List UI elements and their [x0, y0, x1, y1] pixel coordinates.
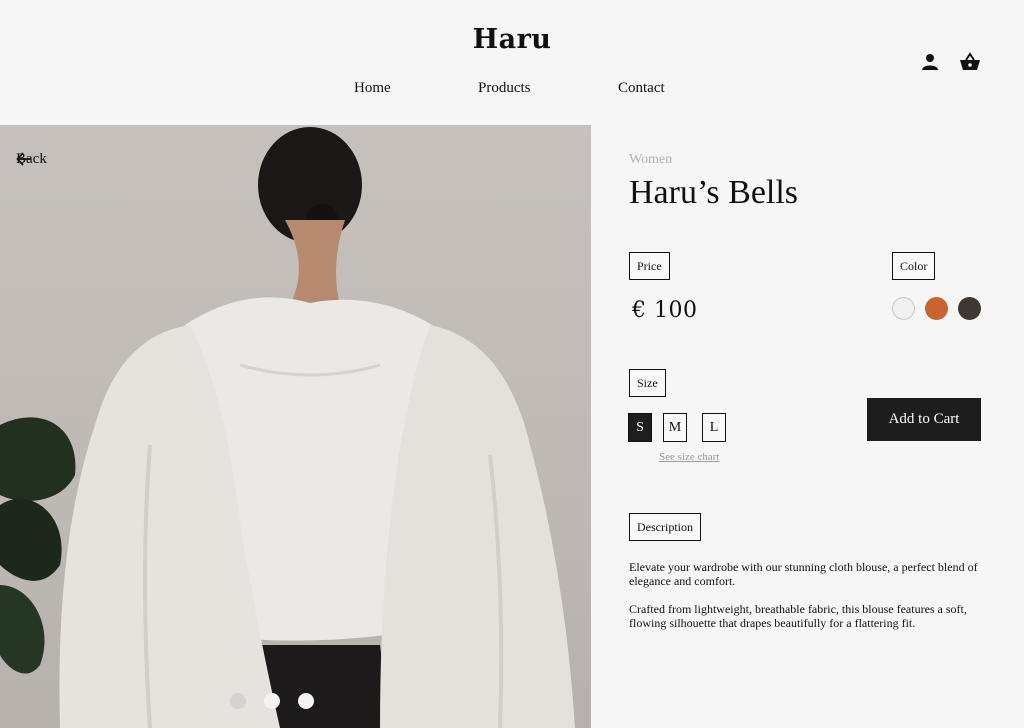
- nav-home[interactable]: Home: [354, 80, 391, 97]
- add-to-cart-button[interactable]: Add to Cart: [867, 398, 981, 441]
- nav-products[interactable]: Products: [478, 80, 531, 97]
- product-photo: [0, 127, 575, 728]
- color-swatch-dark-brown[interactable]: [958, 297, 981, 320]
- description-label: Description: [629, 513, 701, 541]
- description-paragraph: Elevate your wardrobe with our stunning …: [629, 560, 978, 588]
- back-button[interactable]: Back: [16, 151, 47, 168]
- carousel-dot-3[interactable]: [298, 693, 314, 709]
- size-label: Size: [629, 369, 666, 397]
- price-label: Price: [629, 252, 670, 280]
- user-icon[interactable]: [920, 52, 940, 72]
- basket-icon[interactable]: [959, 52, 980, 72]
- size-option-m[interactable]: M: [663, 413, 687, 442]
- product-category[interactable]: Women: [629, 152, 672, 168]
- color-swatch-orange[interactable]: [925, 297, 948, 320]
- carousel-dot-1[interactable]: [230, 693, 246, 709]
- arrow-left-icon: [16, 152, 31, 166]
- brand-logo[interactable]: Haru: [0, 24, 1024, 55]
- product-title: Haru’s Bells: [629, 174, 799, 211]
- description-paragraph: Crafted from lightweight, breathable fab…: [629, 602, 967, 630]
- size-option-l[interactable]: L: [702, 413, 726, 442]
- size-option-s[interactable]: S: [628, 413, 652, 442]
- carousel-dot-2[interactable]: [264, 693, 280, 709]
- color-label: Color: [892, 252, 936, 280]
- product-image: Back: [0, 125, 591, 728]
- size-chart-link[interactable]: See size chart: [659, 451, 719, 463]
- main-nav: Home Products Contact: [0, 80, 1024, 100]
- product-price: € 100: [632, 298, 698, 323]
- carousel-dots: [230, 693, 314, 709]
- color-swatch-white[interactable]: [892, 297, 915, 320]
- nav-contact[interactable]: Contact: [618, 80, 665, 97]
